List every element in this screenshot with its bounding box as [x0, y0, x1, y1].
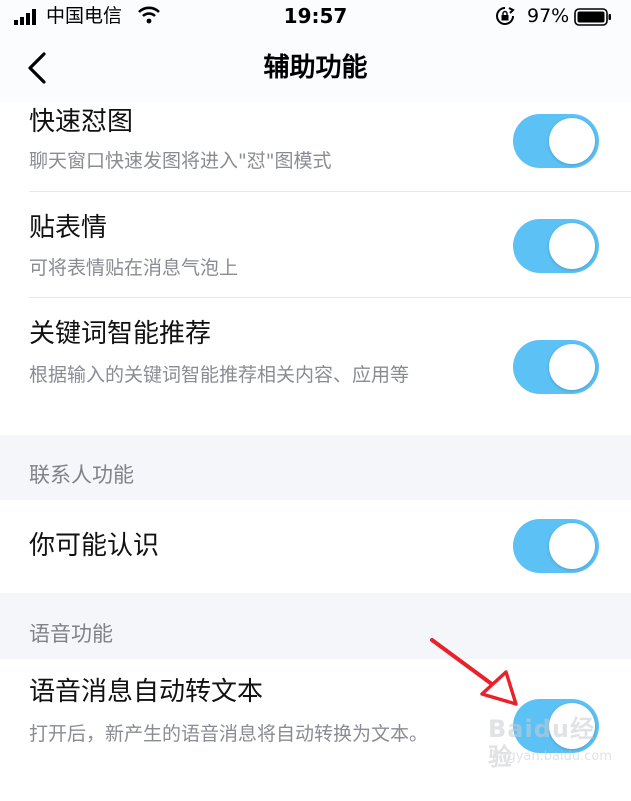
settings-screen: 中国电信 19:57 97% 辅助功能 快速怼图 聊天窗口快速发图将进入"怼"图…: [0, 0, 631, 801]
section-title: 语音功能: [29, 622, 113, 646]
toggle-knob: [549, 344, 595, 390]
setting-row-quick-image: 快速怼图 聊天窗口快速发图将进入"怼"图模式: [0, 102, 631, 192]
setting-title: 关键词智能推荐: [29, 319, 212, 349]
section-header-contacts: 联系人功能: [0, 435, 631, 500]
setting-title: 语音消息自动转文本: [29, 677, 264, 707]
page-title: 辅助功能: [263, 53, 368, 83]
setting-row-sticker: 贴表情 可将表情贴在消息气泡上: [0, 192, 631, 298]
setting-description: 根据输入的关键词智能推荐相关内容、应用等: [29, 364, 410, 386]
sticker-toggle[interactable]: [513, 219, 599, 273]
toggle-knob: [549, 523, 595, 569]
setting-title: 贴表情: [29, 213, 108, 243]
may-know-toggle[interactable]: [513, 519, 599, 573]
toggle-knob: [549, 223, 595, 269]
status-bar: 中国电信 19:57 97%: [0, 0, 631, 34]
setting-row-may-know: 你可能认识: [0, 500, 631, 593]
battery-percent: 97%: [527, 5, 570, 27]
setting-title: 快速怼图: [29, 107, 134, 137]
quick-image-toggle[interactable]: [513, 114, 599, 168]
section-title: 联系人功能: [29, 463, 134, 487]
toggle-knob: [549, 118, 595, 164]
nav-bar: 辅助功能: [0, 34, 631, 102]
setting-row-keyword-recommend: 关键词智能推荐 根据输入的关键词智能推荐相关内容、应用等: [0, 298, 631, 435]
setting-description: 可将表情贴在消息气泡上: [29, 257, 239, 279]
section-header-voice: 语音功能: [0, 593, 631, 659]
baidu-watermark: Baidu经验 jingyan.baidu.com: [488, 715, 612, 775]
setting-description: 聊天窗口快速发图将进入"怼"图模式: [29, 150, 332, 172]
watermark-url: jingyan.baidu.com: [492, 749, 612, 764]
rotation-lock-icon: [496, 7, 515, 25]
keyword-recommend-toggle[interactable]: [513, 340, 599, 394]
setting-description: 打开后，新产生的语音消息将自动转换为文本。: [29, 723, 429, 745]
battery-icon: [574, 8, 611, 26]
setting-title: 你可能认识: [29, 531, 160, 561]
